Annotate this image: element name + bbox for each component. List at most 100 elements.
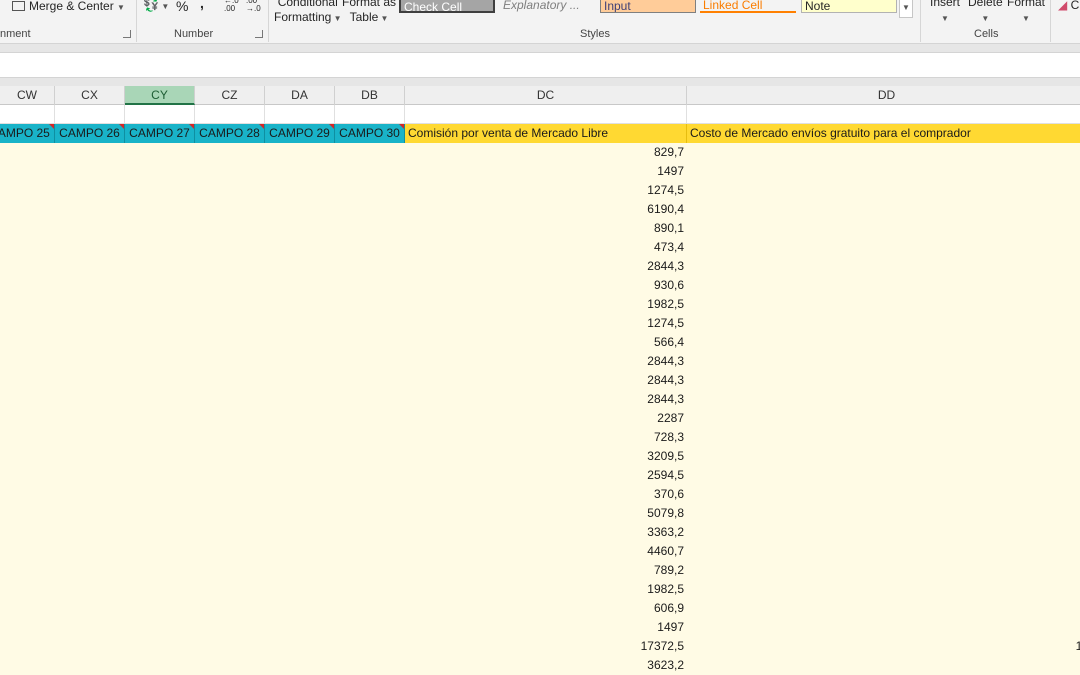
style-input[interactable]: Input [600, 0, 696, 13]
style-linked-cell[interactable]: Linked Cell [700, 0, 796, 13]
increase-decimal-button[interactable]: ←.0.00 [224, 0, 239, 13]
style-explanatory[interactable]: Explanatory ... [500, 0, 596, 13]
column-header-dc[interactable]: DC [405, 86, 687, 105]
cell-comision[interactable]: 2844,3 [405, 257, 687, 276]
cell-comision[interactable]: 728,3 [405, 428, 687, 447]
cell-comision[interactable]: 2844,3 [405, 371, 687, 390]
cell-comision[interactable]: 829,7 [405, 143, 687, 162]
column-header-da[interactable]: DA [265, 86, 335, 105]
cell-costo-envios[interactable]: 0 [687, 143, 1080, 162]
header-cell-campo-27[interactable]: CAMPO 27 [125, 124, 195, 143]
cell-costo-envios[interactable]: 0 [687, 561, 1080, 580]
cell-costo-envios[interactable]: 0 [687, 428, 1080, 447]
styles-gallery-more-button[interactable]: ▼ [899, 0, 913, 18]
cell-comision[interactable]: 1982,5 [405, 295, 687, 314]
percent-style-button[interactable]: % [176, 0, 188, 14]
cell-comision[interactable]: 1274,5 [405, 314, 687, 333]
cell-comision[interactable]: 1497 [405, 618, 687, 637]
cell-costo-envios[interactable]: 2500 [687, 523, 1080, 542]
format-button[interactable]: Format ▼ [1007, 0, 1045, 26]
style-note[interactable]: Note [801, 0, 897, 13]
cell-comision[interactable]: 3363,2 [405, 523, 687, 542]
cell-costo-envios[interactable]: 0 [687, 181, 1080, 200]
cell-costo-envios[interactable]: 2000 [687, 295, 1080, 314]
column-header-dd[interactable]: DD [687, 86, 1080, 105]
formula-bar[interactable] [0, 52, 1080, 78]
cell-costo-envios[interactable]: 2000 [687, 542, 1080, 561]
cell-costo-envios[interactable]: 2000 [687, 580, 1080, 599]
cell-costo-envios[interactable]: 2500 [687, 504, 1080, 523]
cell-costo-envios[interactable]: 2000 [687, 447, 1080, 466]
cell[interactable] [335, 105, 405, 124]
cell[interactable] [55, 105, 125, 124]
header-cell-campo-28[interactable]: CAMPO 28 [195, 124, 265, 143]
cell-comision[interactable]: 6190,4 [405, 200, 687, 219]
cell-costo-envios[interactable]: 12500 [687, 637, 1080, 656]
cell[interactable] [195, 105, 265, 124]
header-cell-campo-30[interactable]: CAMPO 30 [335, 124, 405, 143]
cell-comision[interactable]: 2844,3 [405, 390, 687, 409]
cell[interactable] [687, 105, 1080, 124]
cell-comision[interactable]: 1274,5 [405, 181, 687, 200]
cell-costo-envios[interactable]: 2000 [687, 257, 1080, 276]
insert-button[interactable]: Insert ▼ [930, 0, 960, 26]
cell-comision[interactable]: 5079,8 [405, 504, 687, 523]
cell-costo-envios[interactable]: 2000 [687, 656, 1080, 675]
cell-costo-envios[interactable]: 0 [687, 333, 1080, 352]
cell-comision[interactable]: 930,6 [405, 276, 687, 295]
number-dialog-launcher-icon[interactable] [255, 30, 263, 38]
cell-costo-envios[interactable]: 2000 [687, 390, 1080, 409]
clear-button[interactable]: ◢ C [1058, 0, 1079, 12]
delete-button[interactable]: Delete ▼ [968, 0, 1003, 26]
cell-costo-envios[interactable]: 2000 [687, 200, 1080, 219]
header-cell-campo-29[interactable]: CAMPO 29 [265, 124, 335, 143]
cell-costo-envios[interactable]: 0 [687, 162, 1080, 181]
header-cell-campo-25[interactable]: CAMPO 25 [0, 124, 55, 143]
header-cell-campo-26[interactable]: CAMPO 26 [55, 124, 125, 143]
cell[interactable] [0, 105, 55, 124]
cell-comision[interactable]: 890,1 [405, 219, 687, 238]
comma-style-button[interactable]: , [200, 0, 204, 11]
style-check-cell[interactable]: Check Cell [399, 0, 495, 13]
cell-costo-envios[interactable]: 0 [687, 219, 1080, 238]
cell[interactable] [125, 105, 195, 124]
cell-costo-envios[interactable]: 0 [687, 314, 1080, 333]
cell-costo-envios[interactable]: 0 [687, 599, 1080, 618]
cell[interactable] [405, 105, 687, 124]
cell-costo-envios[interactable]: 2000 [687, 371, 1080, 390]
header-cell-costo-envios[interactable]: Costo de Mercado envíos gratuito para el… [687, 124, 1080, 143]
cell-comision[interactable]: 1497 [405, 162, 687, 181]
cell-costo-envios[interactable]: 2500 [687, 409, 1080, 428]
cell[interactable] [265, 105, 335, 124]
column-header-cy[interactable]: CY [125, 86, 195, 105]
cell-costo-envios[interactable]: 2500 [687, 466, 1080, 485]
cell-costo-envios[interactable]: 0 [687, 618, 1080, 637]
cell-costo-envios[interactable]: 2000 [687, 352, 1080, 371]
cell-comision[interactable]: 1982,5 [405, 580, 687, 599]
cell-costo-envios[interactable]: 0 [687, 238, 1080, 257]
decrease-decimal-button[interactable]: .00 →.0 [246, 0, 261, 13]
column-header-cw[interactable]: CW [0, 86, 55, 105]
cell-comision[interactable]: 370,6 [405, 485, 687, 504]
cell-comision[interactable]: 789,2 [405, 561, 687, 580]
cell-comision[interactable]: 606,9 [405, 599, 687, 618]
merge-center-button[interactable]: Merge & Center ▼ [12, 0, 125, 13]
cell-comision[interactable]: 2287 [405, 409, 687, 428]
cell-comision[interactable]: 4460,7 [405, 542, 687, 561]
cell-comision[interactable]: 473,4 [405, 238, 687, 257]
column-header-cz[interactable]: CZ [195, 86, 265, 105]
cell-comision[interactable]: 17372,5 [405, 637, 687, 656]
cell-comision[interactable]: 2594,5 [405, 466, 687, 485]
format-as-table-button[interactable]: Format as Table ▼ [342, 0, 396, 26]
conditional-formatting-button[interactable]: Conditional Formatting ▼ [274, 0, 342, 26]
cell-comision[interactable]: 566,4 [405, 333, 687, 352]
column-header-db[interactable]: DB [335, 86, 405, 105]
cell-comision[interactable]: 2844,3 [405, 352, 687, 371]
header-cell-comision[interactable]: Comisión por venta de Mercado Libre [405, 124, 687, 143]
cell-costo-envios[interactable]: 0 [687, 485, 1080, 504]
cell-comision[interactable]: 3209,5 [405, 447, 687, 466]
column-header-cx[interactable]: CX [55, 86, 125, 105]
cell-costo-envios[interactable]: 0 [687, 276, 1080, 295]
alignment-dialog-launcher-icon[interactable] [123, 30, 131, 38]
cell-comision[interactable]: 3623,2 [405, 656, 687, 675]
